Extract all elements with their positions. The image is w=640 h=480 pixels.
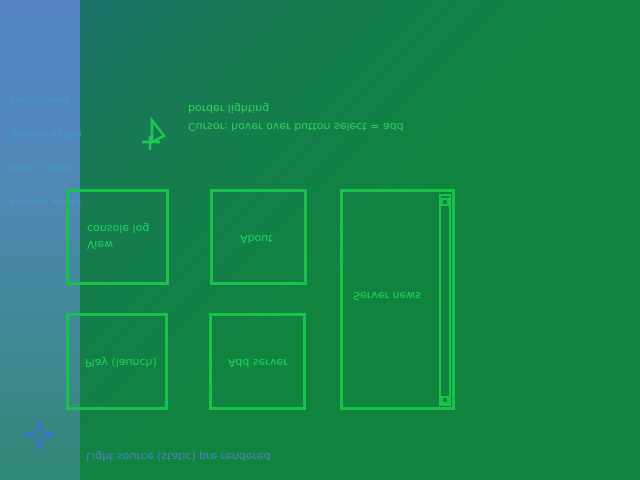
- launcher-background: background graphic as the have a glass b…: [0, 0, 640, 480]
- sidebar-note-line: background: [10, 94, 70, 105]
- add-server-button[interactable]: Add server: [209, 313, 306, 410]
- cursor-arrow-icon: [142, 116, 166, 150]
- about-button[interactable]: About: [210, 189, 307, 285]
- console-log-label: console log: [87, 222, 150, 235]
- news-scrollbar[interactable]: [439, 194, 451, 406]
- play-launch-button[interactable]: Play (launch): [66, 313, 168, 410]
- add-server-label: Add server: [228, 356, 288, 369]
- server-news-label: Server news: [353, 289, 422, 302]
- sidebar-note-line: graphic as the: [10, 128, 82, 139]
- view-console-log-button[interactable]: console log View: [66, 189, 169, 285]
- sidebar-note-line: have a glass: [10, 162, 73, 173]
- scroll-down-icon[interactable]: [441, 396, 449, 404]
- light-source-icon: [23, 419, 55, 451]
- scroll-up-icon[interactable]: [441, 198, 449, 206]
- about-label: About: [240, 232, 273, 245]
- server-news-panel[interactable]: Server news: [340, 189, 455, 410]
- light-source-note: Light source (static) pre rendered: [86, 450, 271, 463]
- play-label: Play (launch): [85, 356, 157, 369]
- cursor-hint-note: Cursor: hover over button select = add: [188, 120, 404, 133]
- view-label: View: [87, 238, 114, 251]
